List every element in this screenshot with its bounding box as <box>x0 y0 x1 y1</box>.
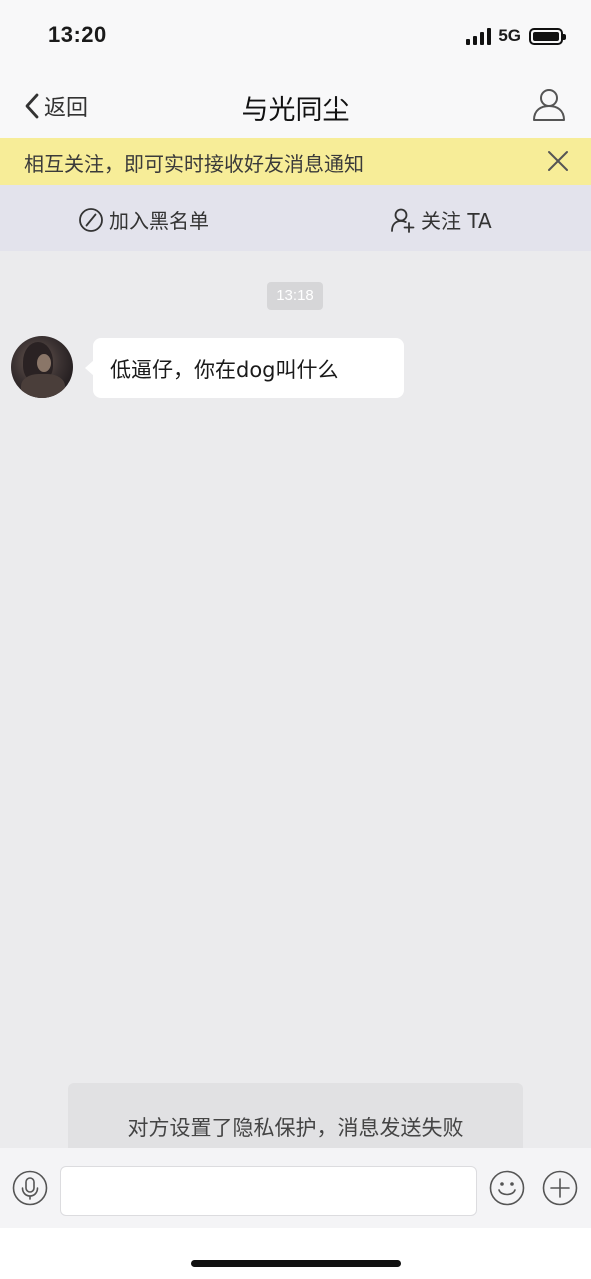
plus-circle-icon[interactable] <box>542 1170 578 1206</box>
message-bubble[interactable]: 低逼仔，你在dog叫什么 <box>85 338 404 398</box>
status-bar: 13:20 5G <box>0 0 591 76</box>
signal-bars-icon <box>466 27 492 45</box>
block-icon <box>79 207 103 232</box>
add-user-icon <box>391 208 415 233</box>
avatar[interactable] <box>11 336 73 398</box>
follow-button[interactable]: 关注 TA <box>390 205 492 234</box>
notice-banner: 相互关注，即可实时接收好友消息通知 <box>0 138 591 185</box>
home-indicator[interactable] <box>191 1260 401 1267</box>
block-label: 加入黑名单 <box>109 209 209 233</box>
block-button[interactable]: 加入黑名单 <box>78 205 209 234</box>
notice-text: 相互关注，即可实时接收好友消息通知 <box>24 152 364 176</box>
microphone-icon[interactable] <box>12 1170 48 1206</box>
page-title: 与光同尘 <box>241 95 350 126</box>
close-icon[interactable] <box>545 148 571 174</box>
toast-text: 对方设置了隐私保护，消息发送失败 <box>127 1116 464 1140</box>
safe-area <box>0 1228 591 1279</box>
action-bar: 加入黑名单 关注 TA <box>0 185 591 251</box>
status-indicators: 5G <box>466 26 566 46</box>
message-text: 低逼仔，你在dog叫什么 <box>110 358 339 382</box>
person-icon[interactable] <box>531 86 567 122</box>
status-time: 13:20 <box>48 22 107 47</box>
follow-label: 关注 TA <box>421 209 492 233</box>
battery-icon <box>529 27 566 45</box>
input-bar <box>0 1148 591 1228</box>
smiley-icon[interactable] <box>489 1170 525 1206</box>
message-timestamp: 13:18 <box>267 282 323 310</box>
chat-screen: 13:20 5G 返回 与光同尘 相互关注，即可实时接收好友消息通知 加入黑名单… <box>0 0 591 1279</box>
nav-bar: 返回 与光同尘 <box>0 76 591 138</box>
message-input[interactable] <box>60 1166 477 1216</box>
network-type: 5G <box>498 26 521 45</box>
